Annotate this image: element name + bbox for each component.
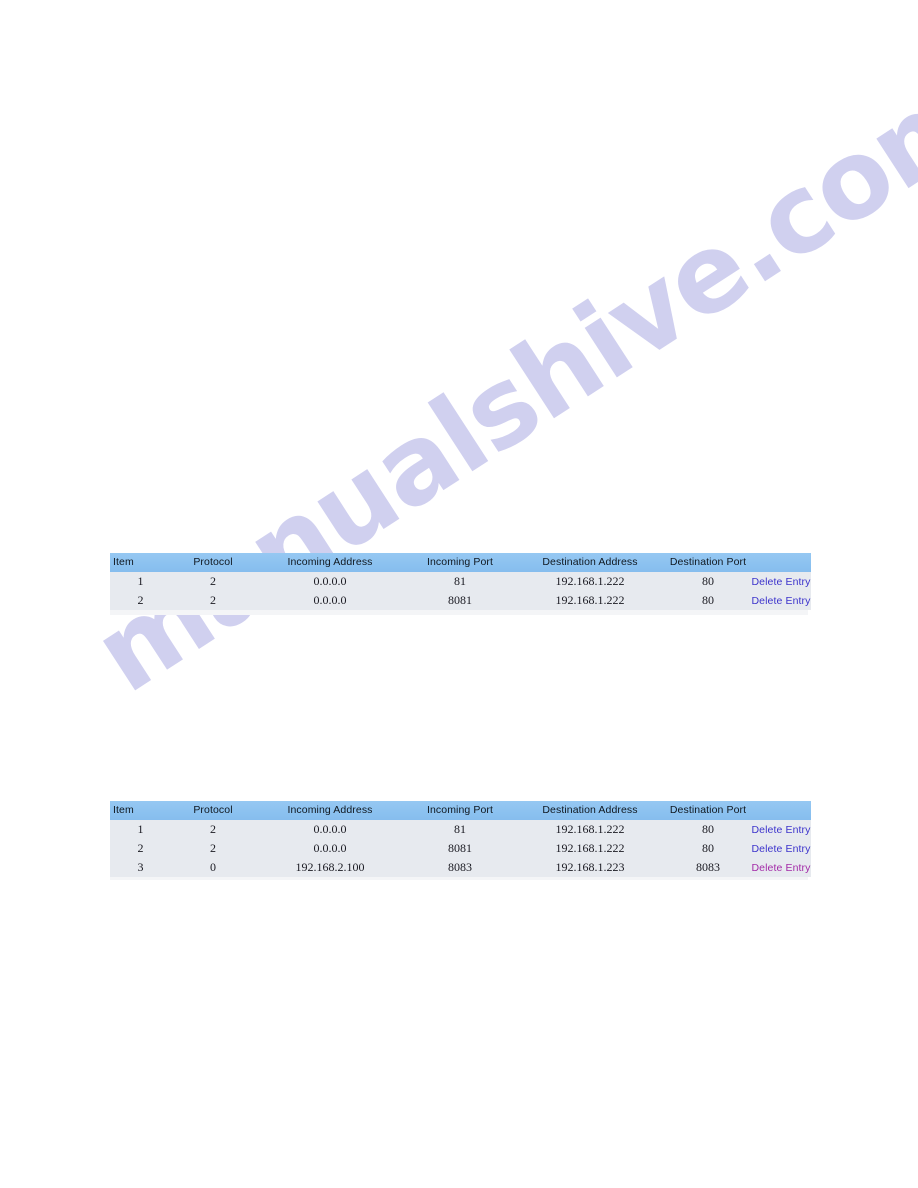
table-row: 2 2 0.0.0.0 8081 192.168.1.222 80 Delete… — [110, 839, 811, 858]
cell-protocol: 2 — [210, 840, 216, 855]
table-row: 1 2 0.0.0.0 81 192.168.1.222 80 Delete E… — [110, 572, 811, 591]
cell-protocol: 2 — [210, 592, 216, 607]
cell-destination-address: 192.168.1.222 — [555, 592, 625, 607]
cell-destination-address: 192.168.1.222 — [555, 573, 625, 588]
watermark: manualshive.com — [73, 49, 918, 720]
cell-incoming-address: 0.0.0.0 — [313, 573, 347, 588]
cell-incoming-port: 81 — [454, 573, 466, 588]
column-header-item: Item — [113, 804, 134, 816]
column-header-destination-port: Destination Port — [669, 556, 747, 568]
cell-incoming-port: 8081 — [448, 840, 472, 855]
document-page: manualshive.com Item Protocol Incoming A… — [0, 0, 918, 1188]
column-header-destination-address: Destination Address — [542, 804, 638, 816]
column-header-incoming-address: Incoming Address — [287, 556, 373, 568]
table-2-header: Item Protocol Incoming Address Incoming … — [110, 801, 811, 820]
cell-item: 3 — [137, 859, 144, 874]
column-header-incoming-port: Incoming Port — [426, 804, 494, 816]
cell-destination-address: 192.168.1.222 — [555, 821, 625, 836]
cell-action: Delete Entry — [751, 858, 811, 877]
port-forwarding-table-2: Item Protocol Incoming Address Incoming … — [110, 801, 811, 877]
cell-destination-port: 80 — [702, 840, 714, 855]
cell-destination-address: 192.168.1.222 — [555, 840, 625, 855]
table-row: 2 2 0.0.0.0 8081 192.168.1.222 80 Delete… — [110, 591, 811, 610]
table-1-header-row: Item Protocol Incoming Address Incoming … — [110, 553, 811, 572]
column-header-item: Item — [113, 556, 134, 568]
cell-protocol: 0 — [210, 859, 216, 874]
cell-item: 2 — [137, 592, 144, 607]
table-2-header-row: Item Protocol Incoming Address Incoming … — [110, 801, 811, 820]
cell-destination-port: 80 — [702, 573, 714, 588]
port-forwarding-table-1: Item Protocol Incoming Address Incoming … — [110, 553, 811, 610]
cell-destination-address: 192.168.1.223 — [555, 859, 625, 874]
table-row: 1 2 0.0.0.0 81 192.168.1.222 80 Delete E… — [110, 820, 811, 839]
table-1-header: Item Protocol Incoming Address Incoming … — [110, 553, 811, 572]
table-row: 3 0 192.168.2.100 8083 192.168.1.223 808… — [110, 858, 811, 877]
cell-destination-port: 80 — [702, 592, 714, 607]
cell-item: 1 — [137, 573, 144, 588]
watermark-text: manualshive.com — [73, 49, 918, 717]
column-header-incoming-port: Incoming Port — [426, 556, 494, 568]
cell-incoming-address: 192.168.2.100 — [295, 859, 365, 874]
cell-incoming-address: 0.0.0.0 — [313, 821, 347, 836]
cell-incoming-address: 0.0.0.0 — [313, 840, 347, 855]
delete-entry-link[interactable]: Delete Entry — [752, 824, 811, 836]
cell-item: 1 — [137, 821, 144, 836]
delete-entry-link[interactable]: Delete Entry — [752, 843, 811, 855]
cell-action: Delete Entry — [751, 820, 811, 839]
delete-entry-link[interactable]: Delete Entry — [752, 595, 811, 607]
cell-incoming-port: 81 — [454, 821, 466, 836]
column-header-destination-address: Destination Address — [542, 556, 638, 568]
column-header-action — [751, 553, 811, 572]
column-header-protocol: Protocol — [193, 804, 233, 816]
cell-item: 2 — [137, 840, 144, 855]
delete-entry-link[interactable]: Delete Entry — [752, 576, 811, 588]
cell-protocol: 2 — [210, 821, 216, 836]
column-header-destination-port: Destination Port — [669, 804, 747, 816]
delete-entry-link[interactable]: Delete Entry — [752, 862, 811, 874]
cell-protocol: 2 — [210, 573, 216, 588]
cell-destination-port: 8083 — [696, 859, 720, 874]
table-2-body: 1 2 0.0.0.0 81 192.168.1.222 80 Delete E… — [110, 820, 811, 877]
column-header-action — [751, 801, 811, 820]
cell-action: Delete Entry — [751, 572, 811, 591]
cell-incoming-address: 0.0.0.0 — [313, 592, 347, 607]
cell-action: Delete Entry — [751, 591, 811, 610]
cell-incoming-port: 8083 — [448, 859, 472, 874]
table-1-body: 1 2 0.0.0.0 81 192.168.1.222 80 Delete E… — [110, 572, 811, 610]
column-header-protocol: Protocol — [193, 556, 233, 568]
cell-action: Delete Entry — [751, 839, 811, 858]
cell-destination-port: 80 — [702, 821, 714, 836]
cell-incoming-port: 8081 — [448, 592, 472, 607]
column-header-incoming-address: Incoming Address — [287, 804, 373, 816]
